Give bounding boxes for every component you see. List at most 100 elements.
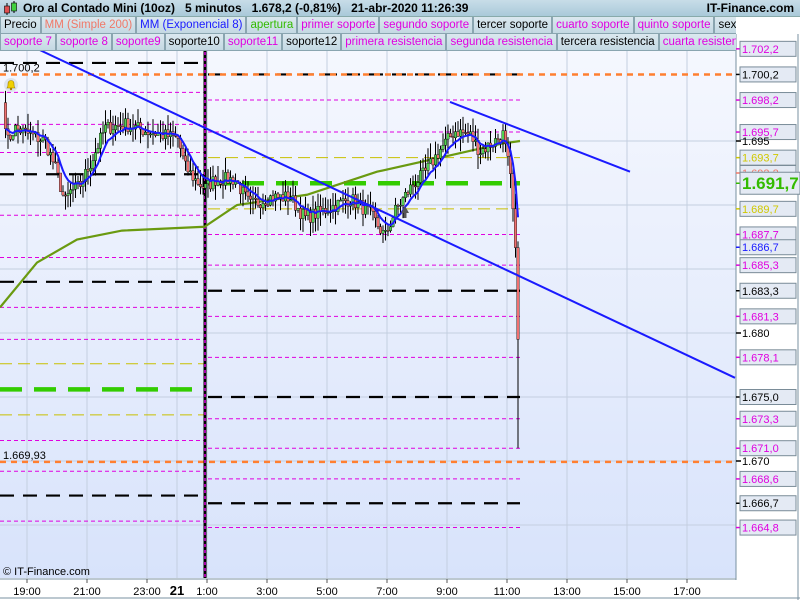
candle-body: [379, 226, 382, 234]
alert-bell-icon[interactable]: [4, 78, 18, 92]
candle-body: [94, 152, 97, 161]
candle-body: [254, 197, 257, 200]
candle-body: [484, 148, 487, 153]
candle-body: [11, 135, 15, 140]
legend-item[interactable]: MM (Simple 200): [40, 17, 137, 34]
price-axis-label: 1.686,7: [742, 242, 779, 254]
price-axis-label: 1.681,3: [742, 311, 779, 323]
candle-body: [251, 197, 255, 200]
candle-body: [474, 140, 477, 142]
candle-body: [416, 182, 420, 187]
legend-item[interactable]: cuarta resistencia: [658, 34, 736, 51]
candle-body: [414, 185, 417, 188]
candle-body: [119, 125, 122, 127]
instrument-title: Oro al Contado Mini (10oz): [23, 1, 175, 15]
candle-body: [154, 133, 157, 136]
x-tick-label: 17:00: [673, 586, 701, 598]
legend-item[interactable]: Precio: [0, 17, 41, 34]
price-chart[interactable]: 1.700,2 1.669,93 © IT-Finance.com 19:00 21:0…: [0, 0, 800, 600]
x-tick-label: 7:00: [376, 586, 397, 598]
legend-item[interactable]: segundo soporte: [379, 17, 474, 34]
candle-body: [149, 133, 152, 136]
legend-item[interactable]: cuarto soporte: [552, 17, 634, 34]
legend-item[interactable]: sexto soporte: [714, 17, 736, 34]
candle-body: [184, 155, 187, 162]
last-price: 1.678,2 (-0,81%): [251, 1, 342, 15]
candle-body: [224, 172, 227, 186]
candle-body: [64, 194, 67, 197]
candle-body: [106, 122, 110, 126]
candle-body: [479, 153, 482, 155]
legend-item[interactable]: segunda resistencia: [446, 34, 557, 51]
legend-item[interactable]: tercera resistencia: [556, 34, 659, 51]
candle-body: [411, 184, 415, 187]
candle-body: [299, 208, 302, 219]
legend-item[interactable]: soporte 7: [0, 34, 56, 51]
candle-body: [4, 102, 7, 130]
candle-body: [211, 176, 215, 190]
candle-body: [451, 136, 455, 138]
price-axis-label: 1.673,3: [742, 414, 779, 426]
level-value-label: 1.700,2: [3, 62, 40, 74]
legend-item[interactable]: soporte10: [164, 34, 224, 51]
legend-item[interactable]: apertura: [246, 17, 298, 34]
candle-body: [261, 203, 265, 209]
candle-body: [206, 180, 210, 184]
x-tick-label: 9:00: [436, 586, 457, 598]
price-axis-label: 1.675,0: [742, 392, 779, 404]
legend-item[interactable]: soporte11: [223, 34, 283, 51]
legend-item[interactable]: MM (Exponencial 8): [136, 17, 247, 34]
candle-body: [296, 208, 300, 211]
legend-item[interactable]: soporte9: [111, 34, 165, 51]
candle-body: [241, 186, 245, 195]
candle-body: [354, 194, 357, 208]
legend-row-2: soporte 7 soporte 8 soporte9 soporte10 sopor…: [0, 34, 736, 51]
candle-body: [116, 125, 120, 127]
datetime: 21-abr-2020 11:26:39: [351, 1, 469, 15]
legend-item[interactable]: primera resistencia: [341, 34, 447, 51]
legend-item[interactable]: primer soporte: [297, 17, 380, 34]
price-axis-label: 1.700,2: [742, 69, 779, 81]
candle-body: [404, 192, 407, 198]
candle-body: [286, 191, 290, 202]
price-axis-label: 1.664,8: [742, 523, 779, 535]
candle-body: [434, 154, 437, 166]
candle-body: [449, 133, 452, 137]
legend-item[interactable]: tercer soporte: [473, 17, 553, 34]
candle-body: [144, 132, 147, 136]
candle-body: [431, 158, 435, 166]
legend-item[interactable]: soporte12: [282, 34, 342, 51]
candle-body: [421, 167, 425, 171]
candle-body: [456, 131, 460, 137]
candle-body: [54, 161, 57, 164]
candle-body: [99, 132, 102, 149]
legend-item[interactable]: quinto soporte: [633, 17, 715, 34]
candle-body: [429, 158, 432, 164]
x-tick-label: 1:00: [196, 586, 217, 598]
candlestick-logo-icon: [4, 1, 17, 15]
price-axis-label: 1.698,2: [742, 95, 779, 107]
price-axis-label: 1.689,7: [742, 204, 779, 216]
candle-body: [114, 125, 117, 131]
candle-body: [259, 204, 262, 209]
candle-body: [96, 148, 100, 153]
price-axis-label: 1.685,3: [742, 260, 779, 272]
candle-body: [109, 122, 112, 134]
candle-body: [264, 203, 267, 206]
candle-body: [381, 230, 385, 234]
x-tick-label: 19:00: [13, 586, 41, 598]
period-label[interactable]: 5 minutos: [185, 1, 242, 15]
legend-item[interactable]: soporte 8: [55, 34, 112, 51]
candle-body: [339, 199, 342, 202]
candle-body: [51, 152, 55, 163]
candle-body: [146, 132, 150, 135]
candle-body: [399, 205, 402, 207]
candle-body: [111, 129, 115, 134]
copyright-text: © IT-Finance.com: [3, 566, 90, 578]
candle-body: [9, 134, 12, 140]
candle-body: [24, 127, 27, 130]
candle-body: [516, 247, 520, 340]
price-axis-label: 1.693,7: [742, 153, 779, 165]
price-axis-label: 1.691,7: [742, 174, 799, 193]
candle-body: [91, 160, 95, 169]
